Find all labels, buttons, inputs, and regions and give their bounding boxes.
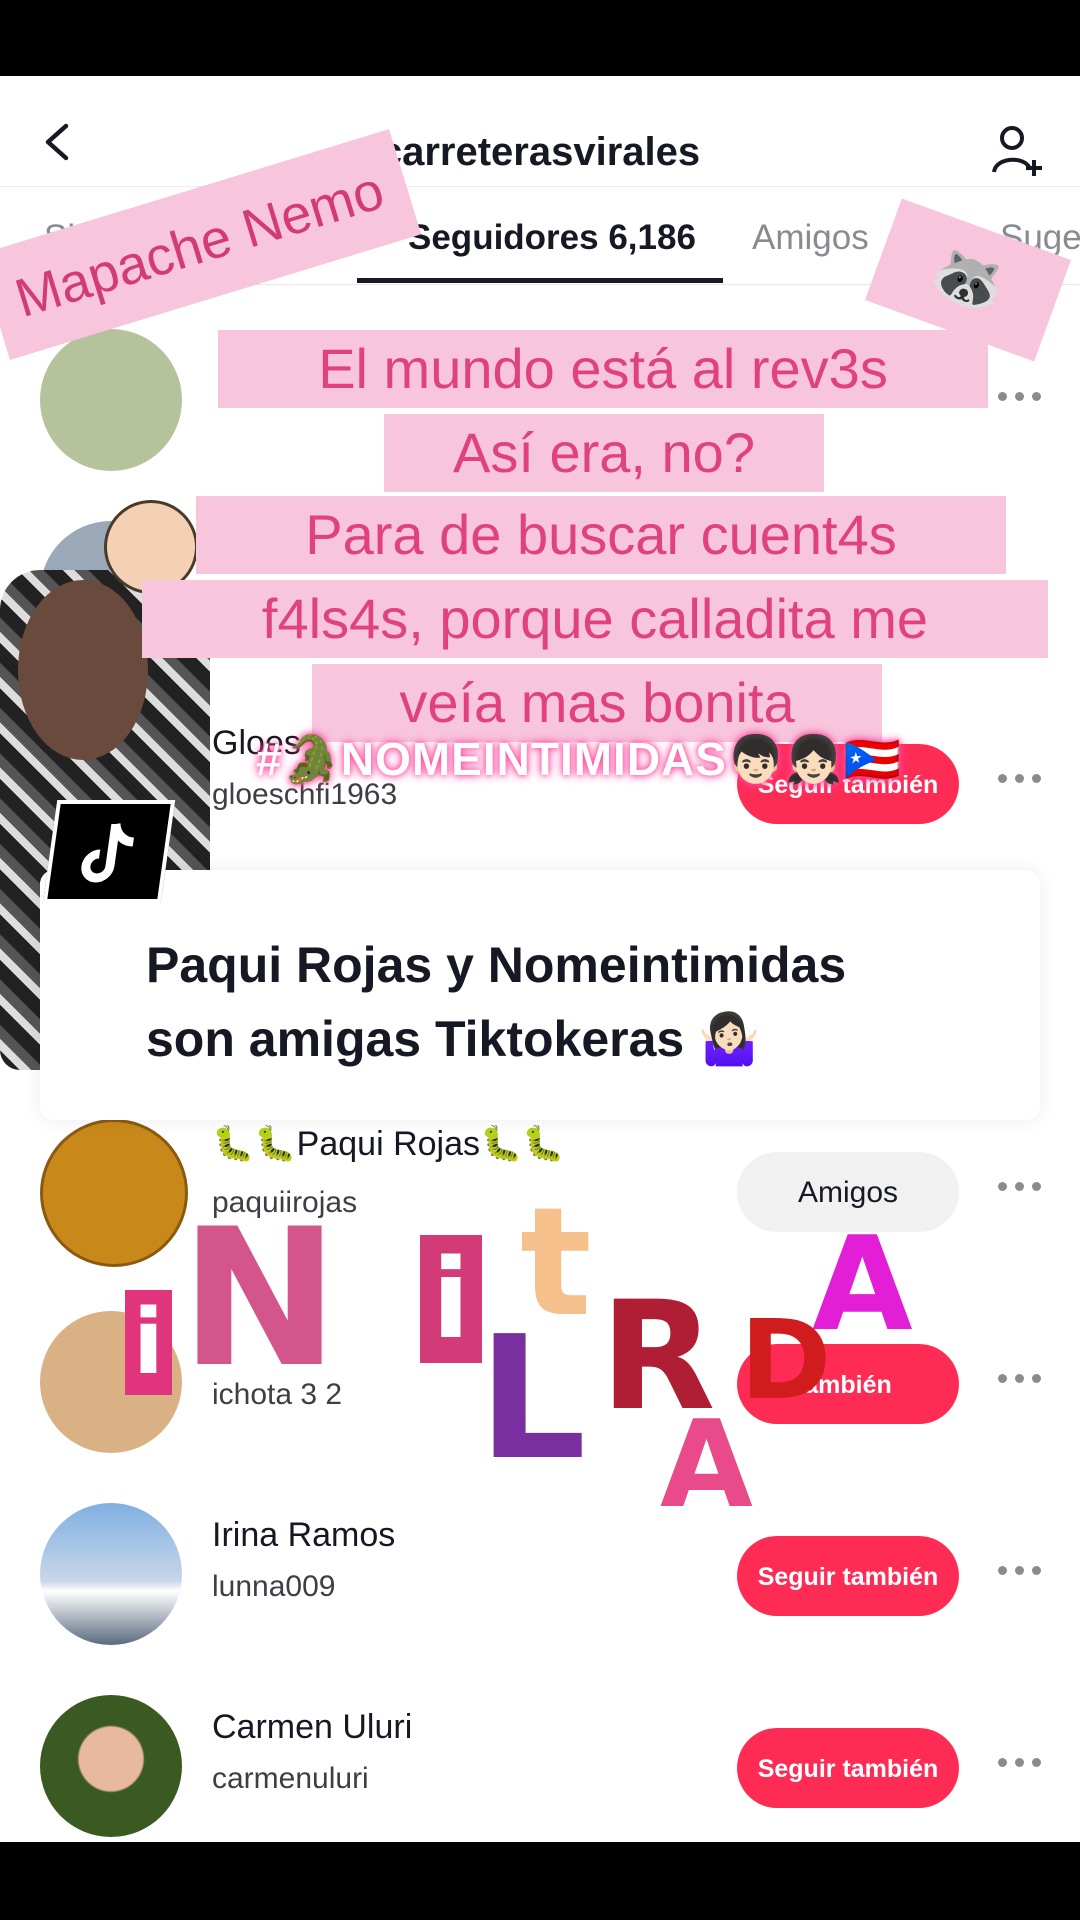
list-item[interactable]: Carmen Uluri carmenuluri Seguir también	[0, 1660, 1080, 1842]
tiktok-logo-icon	[42, 800, 176, 903]
woman-face-sticker	[18, 580, 148, 760]
caption-line: El mundo está al rev3s	[218, 330, 988, 408]
more-options-icon[interactable]	[998, 774, 1042, 786]
more-options-icon[interactable]	[998, 1182, 1042, 1194]
more-options-icon[interactable]	[998, 392, 1042, 404]
letter-sticker: i	[420, 1235, 482, 1363]
follow-back-button[interactable]: Seguir también	[737, 1536, 959, 1616]
tab-seguidores[interactable]: Seguidores 6,186	[408, 218, 696, 258]
caption-line: Para de buscar cuent4s	[196, 496, 1006, 574]
follow-back-button[interactable]: Seguir también	[737, 1728, 959, 1808]
avatar[interactable]	[40, 1695, 182, 1837]
add-user-icon[interactable]	[990, 122, 1046, 178]
username: 🐛🐛Paqui Rojas🐛🐛	[212, 1125, 565, 1163]
avatar[interactable]	[40, 1503, 182, 1645]
letter-sticker: L	[478, 1300, 587, 1498]
avatar[interactable]	[40, 1119, 188, 1267]
tiktok-caption: Paqui Rojas y Nomeintimidas son amigas T…	[146, 937, 847, 1067]
tab-amigos[interactable]: Amigos	[752, 218, 869, 258]
active-tab-indicator	[357, 278, 723, 283]
username: Carmen Uluri	[212, 1708, 413, 1746]
letter-sticker: D	[740, 1296, 832, 1424]
more-options-icon[interactable]	[998, 1374, 1042, 1386]
more-options-icon[interactable]	[998, 1566, 1042, 1578]
caption-line: Así era, no?	[384, 414, 824, 492]
hashtag-text: #🐊NOMEINTIMIDAS👦🏻👧🏻🇵🇷	[256, 733, 902, 785]
caption-line: veía mas bonita	[312, 664, 882, 742]
tiktok-text-panel: Paqui Rojas y Nomeintimidas son amigas T…	[40, 870, 1040, 1120]
username: Irina Ramos	[212, 1516, 396, 1554]
user-handle: carmenuluri	[212, 1762, 369, 1795]
user-handle: lunna009	[212, 1570, 336, 1603]
letter-sticker: i	[125, 1290, 172, 1395]
page-title: carreterasvirales	[379, 130, 701, 174]
caption-line: f4ls4s, porque calladita me	[142, 580, 1048, 658]
avatar[interactable]	[40, 329, 182, 471]
header: carreterasvirales	[0, 76, 1080, 187]
letter-sticker: N	[180, 1188, 340, 1409]
more-options-icon[interactable]	[998, 1758, 1042, 1770]
letter-sticker: A	[660, 1396, 753, 1535]
